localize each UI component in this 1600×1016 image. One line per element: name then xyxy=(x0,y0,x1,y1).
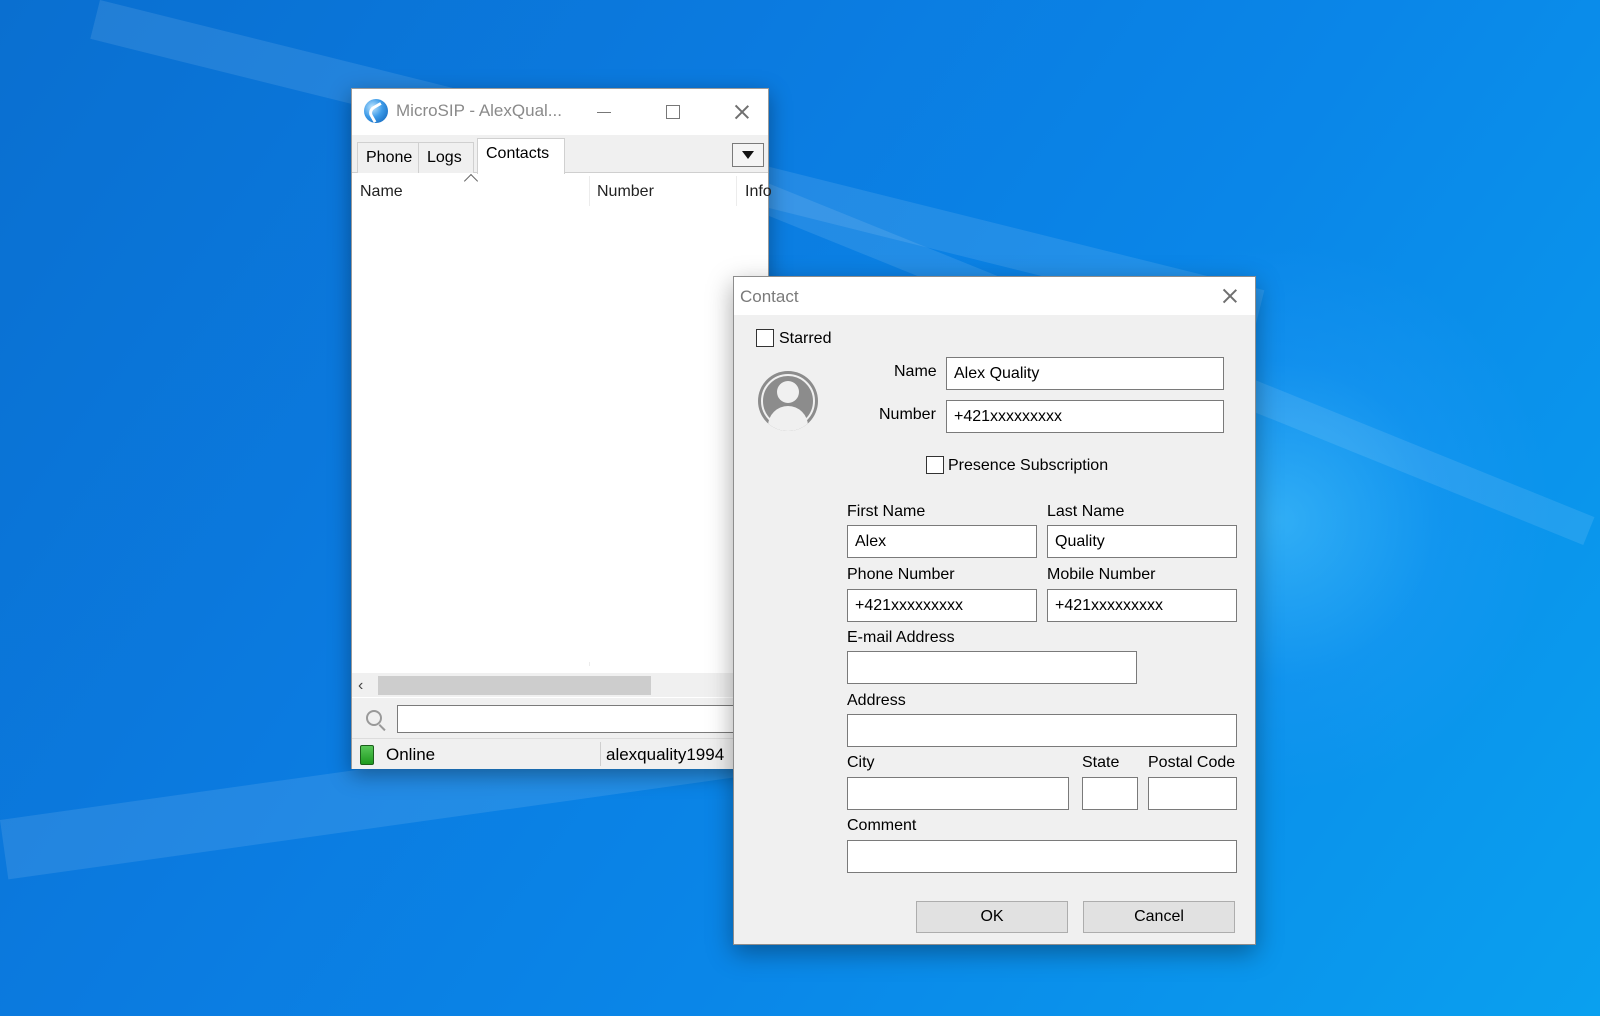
mobile-number-field[interactable] xyxy=(1047,589,1237,622)
phone-number-field[interactable] xyxy=(847,589,1037,622)
minimize-button[interactable] xyxy=(580,89,628,135)
contacts-list[interactable] xyxy=(352,206,768,662)
number-label: Number xyxy=(879,406,936,423)
status-text[interactable]: Online xyxy=(386,745,435,765)
presence-subscription-checkbox[interactable] xyxy=(926,456,944,474)
state-field[interactable] xyxy=(1082,777,1138,810)
cancel-button[interactable]: Cancel xyxy=(1083,901,1235,933)
dialog-close-button[interactable] xyxy=(1211,277,1249,315)
search-row xyxy=(352,698,768,738)
tab-logs[interactable]: Logs xyxy=(418,142,474,173)
tab-phone[interactable]: Phone xyxy=(357,142,419,173)
triangle-down-icon xyxy=(742,151,754,159)
postal-code-label: Postal Code xyxy=(1148,754,1236,771)
last-name-label: Last Name xyxy=(1047,503,1125,520)
account-username: alexquality1994 xyxy=(606,745,725,764)
address-field[interactable] xyxy=(847,714,1237,747)
presence-subscription-label: Presence Subscription xyxy=(948,457,1109,474)
first-name-field[interactable] xyxy=(847,525,1037,558)
close-button[interactable] xyxy=(718,89,766,135)
contact-avatar-icon xyxy=(758,371,818,431)
contact-dialog: Contact Starred Name Number Presence Sub… xyxy=(733,276,1256,945)
search-icon xyxy=(366,710,382,726)
dialog-titlebar[interactable]: Contact xyxy=(734,277,1255,315)
address-label: Address xyxy=(847,692,906,709)
search-input[interactable] xyxy=(397,705,767,733)
starred-checkbox[interactable] xyxy=(756,329,774,347)
name-label: Name xyxy=(894,363,937,380)
menu-dropdown-button[interactable] xyxy=(732,143,764,167)
scroll-left-icon[interactable]: ‹ xyxy=(358,677,363,695)
microsip-app-icon xyxy=(364,99,388,123)
email-address-label: E-mail Address xyxy=(847,629,955,646)
comment-field[interactable] xyxy=(847,840,1237,873)
contacts-list-header: Name Number Info xyxy=(352,176,772,666)
first-name-label: First Name xyxy=(847,503,926,520)
main-window-title: MicroSIP - AlexQual... xyxy=(396,101,562,120)
main-tabbar: Phone Logs Contacts xyxy=(352,135,768,174)
close-icon xyxy=(1223,289,1237,303)
status-bar: Online alexquality1994 xyxy=(352,738,768,769)
last-name-field[interactable] xyxy=(1047,525,1237,558)
starred-label: Starred xyxy=(779,330,832,347)
dialog-title: Contact xyxy=(740,287,799,306)
close-icon xyxy=(735,105,749,119)
ok-button[interactable]: OK xyxy=(916,901,1068,933)
online-status-icon[interactable] xyxy=(360,745,374,765)
name-field[interactable] xyxy=(946,357,1224,390)
comment-label: Comment xyxy=(847,817,917,834)
email-address-field[interactable] xyxy=(847,651,1137,684)
minimize-icon xyxy=(597,111,611,113)
number-field[interactable] xyxy=(946,400,1224,433)
column-header-number[interactable]: Number xyxy=(597,183,654,201)
phone-number-label: Phone Number xyxy=(847,566,955,583)
city-field[interactable] xyxy=(847,777,1069,810)
maximize-button[interactable] xyxy=(649,89,697,135)
column-header-name[interactable]: Name xyxy=(360,183,403,201)
horizontal-scrollbar[interactable]: ‹ xyxy=(352,673,768,697)
column-header-info[interactable]: Info xyxy=(745,183,772,201)
state-label: State xyxy=(1082,754,1120,771)
scrollbar-thumb[interactable] xyxy=(378,676,651,695)
main-titlebar[interactable]: MicroSIP - AlexQual... xyxy=(352,89,768,135)
postal-code-field[interactable] xyxy=(1148,777,1237,810)
status-separator xyxy=(600,742,601,766)
maximize-icon xyxy=(666,105,680,119)
city-label: City xyxy=(847,754,875,771)
mobile-number-label: Mobile Number xyxy=(1047,566,1156,583)
tab-contacts[interactable]: Contacts xyxy=(477,138,565,174)
microsip-main-window: MicroSIP - AlexQual... Phone Logs Contac… xyxy=(351,88,772,769)
